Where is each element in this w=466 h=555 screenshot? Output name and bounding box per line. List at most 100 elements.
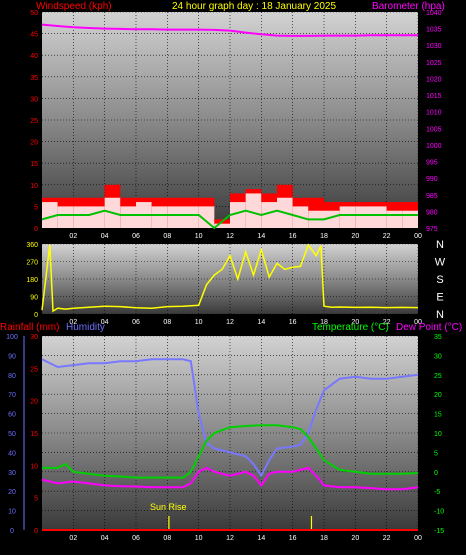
wind-speed-bar	[120, 206, 136, 228]
wind-speed-bar	[167, 206, 183, 228]
climate-x-tick-label: 14	[257, 535, 265, 542]
wind-tick-label: 40	[30, 53, 38, 60]
barometer-tick-label: 990	[426, 176, 438, 183]
temperature-tick-label: 5	[434, 450, 438, 457]
direction-tick-label: 270	[26, 260, 38, 267]
rainfall-tick-label: 30	[30, 334, 38, 341]
wind-tick-label: 25	[30, 118, 38, 125]
climate-x-tick-label: 02	[69, 535, 77, 542]
rainfall-tick-label: 15	[30, 431, 38, 438]
barometer-tick-label: 1015	[426, 93, 442, 100]
direction-tick-label: 360	[26, 242, 38, 249]
humidity-tick-label: 90	[8, 353, 16, 360]
temperature-tick-label: -5	[434, 489, 440, 496]
rainfall-tick-label: 20	[30, 399, 38, 406]
wind-speed-bar	[73, 206, 89, 228]
rainfall-tick-label: 5	[34, 496, 38, 503]
wind-x-tick-label: 00	[414, 233, 422, 240]
direction-x-tick-label: 06	[132, 319, 140, 326]
climate-x-tick-label: 20	[351, 535, 359, 542]
wind-x-tick-label: 18	[320, 233, 328, 240]
wind-x-tick-label: 02	[69, 233, 77, 240]
wind-x-tick-label: 06	[132, 233, 140, 240]
sunrise-label: Sun Rise	[150, 502, 187, 512]
compass-label: N	[436, 309, 444, 321]
compass-label: S	[436, 274, 443, 286]
barometer-axis-label: Barometer (hpa)	[372, 1, 445, 12]
climate-x-tick-label: 16	[289, 535, 297, 542]
wind-speed-bar	[89, 206, 105, 228]
climate-x-tick-label: 22	[383, 535, 391, 542]
barometer-tick-label: 980	[426, 209, 438, 216]
temperature-tick-label: 35	[434, 334, 442, 341]
barometer-tick-label: 1020	[426, 76, 442, 83]
direction-x-tick-label: 16	[289, 319, 297, 326]
windspeed-axis-label: Windspeed (kph)	[36, 1, 112, 12]
barometer-tick-label: 975	[426, 226, 438, 233]
temperature-tick-label: 25	[434, 373, 442, 380]
wind-x-tick-label: 12	[226, 233, 234, 240]
humidity-tick-label: 30	[8, 470, 16, 477]
wind-speed-bar	[355, 206, 371, 228]
temperature-axis-label: Temperature (°C)	[312, 322, 389, 333]
barometer-tick-label: 1025	[426, 60, 442, 67]
barometer-tick-label: 995	[426, 160, 438, 167]
wind-x-tick-label: 16	[289, 233, 297, 240]
humidity-tick-label: 80	[8, 373, 16, 380]
dewpoint-axis-label: Dew Point (°C)	[396, 322, 462, 333]
wind-x-tick-label: 08	[163, 233, 171, 240]
wind-x-tick-label: 10	[195, 233, 203, 240]
wind-tick-label: 35	[30, 75, 38, 82]
humidity-tick-label: 40	[8, 450, 16, 457]
compass-label: E	[436, 292, 443, 304]
wind-tick-label: 30	[30, 96, 38, 103]
compass-label: N	[436, 239, 444, 251]
direction-x-tick-label: 12	[226, 319, 234, 326]
climate-x-tick-label: 18	[320, 535, 328, 542]
wind-x-tick-label: 22	[383, 233, 391, 240]
direction-tick-label: 0	[34, 312, 38, 319]
rainfall-tick-label: 10	[30, 463, 38, 470]
wind-x-tick-label: 04	[101, 233, 109, 240]
temperature-tick-label: 15	[434, 412, 442, 419]
barometer-tick-label: 1030	[426, 43, 442, 50]
barometer-tick-label: 1000	[426, 143, 442, 150]
direction-x-tick-label: 10	[195, 319, 203, 326]
wind-speed-bar	[183, 206, 199, 228]
temperature-tick-label: 20	[434, 392, 442, 399]
chart-title: 24 hour graph day : 18 January 2025	[172, 1, 336, 12]
direction-x-tick-label: 08	[163, 319, 171, 326]
rainfall-axis-label: Rainfall (mm)	[0, 322, 59, 333]
rainfall-tick-label: 0	[34, 528, 38, 535]
wind-tick-label: 10	[30, 183, 38, 190]
weather-graph: 0510152025303540455097598098599099510001…	[0, 1, 462, 542]
climate-x-tick-label: 08	[163, 535, 171, 542]
direction-tick-label: 90	[30, 295, 38, 302]
wind-speed-bar	[386, 210, 403, 228]
direction-tick-label: 180	[26, 277, 38, 284]
direction-x-tick-label: 14	[257, 319, 265, 326]
temperature-tick-label: -10	[434, 509, 444, 516]
wind-tick-label: 15	[30, 161, 38, 168]
humidity-tick-label: 50	[8, 431, 16, 438]
barometer-tick-label: 1010	[426, 110, 442, 117]
compass-label: W	[435, 257, 446, 269]
wind-x-tick-label: 14	[257, 233, 265, 240]
wind-speed-bar	[151, 206, 168, 228]
temperature-tick-label: -15	[434, 528, 444, 535]
wind-speed-bar	[402, 210, 418, 228]
climate-x-tick-label: 10	[195, 535, 203, 542]
climate-x-tick-label: 04	[101, 535, 109, 542]
wind-speed-bar	[371, 206, 387, 228]
wind-tick-label: 45	[30, 32, 38, 39]
rainfall-tick-label: 25	[30, 366, 38, 373]
wind-tick-label: 0	[34, 226, 38, 233]
humidity-tick-label: 10	[8, 509, 16, 516]
humidity-tick-label: 0	[10, 528, 14, 535]
temperature-tick-label: 10	[434, 431, 442, 438]
humidity-tick-label: 60	[8, 412, 16, 419]
humidity-tick-label: 100	[6, 334, 18, 341]
barometer-tick-label: 1005	[426, 126, 442, 133]
climate-x-tick-label: 06	[132, 535, 140, 542]
temperature-tick-label: 0	[434, 470, 438, 477]
